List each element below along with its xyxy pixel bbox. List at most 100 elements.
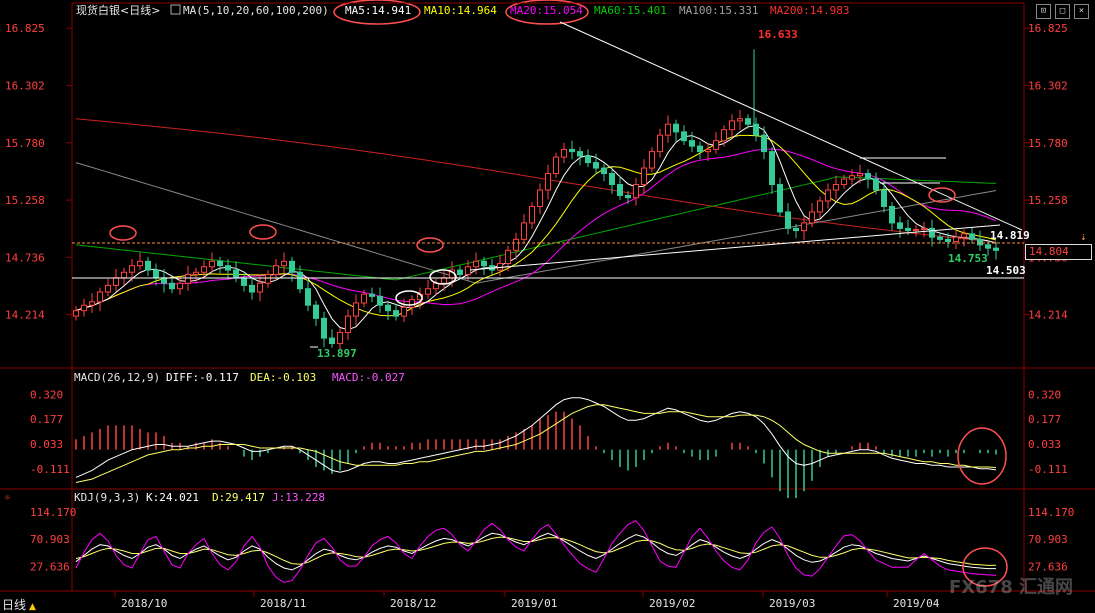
candle-body <box>401 306 407 317</box>
candle-body <box>881 189 887 207</box>
ma-values: MA5:14.941 MA10:14.964 MA20:15.054 MA60:15.… <box>333 0 849 25</box>
ma-value-1: MA10:14.964 <box>424 4 497 17</box>
candle-body <box>313 304 319 319</box>
price-ytick-right: 16.302 <box>1028 80 1068 93</box>
candle-body <box>545 173 551 191</box>
kdj-ytick-right: 114.170 <box>1028 506 1074 519</box>
candle-body <box>161 277 167 284</box>
candle-body <box>329 337 335 345</box>
ma-value-4: MA100:15.331 <box>679 4 758 17</box>
candle-body <box>465 266 471 275</box>
candle-body <box>369 293 375 297</box>
candle-body <box>297 271 303 290</box>
macd-diff: DIFF:-0.117 <box>166 371 239 384</box>
ma200-line <box>75 118 997 243</box>
candle-body <box>641 167 647 186</box>
candle-body <box>953 236 959 243</box>
chart-stage: 现货白银<日线> MA(5,10,20,60,100,200) MA5:14.9… <box>0 0 1095 610</box>
candle-body <box>473 260 479 268</box>
date-tick: 2018/12 <box>390 597 436 610</box>
candle-body <box>841 178 847 186</box>
price-panel: 16.825 16.825 16.302 16.302 15.780 15.780 15.2… <box>5 21 1087 360</box>
candle-body <box>913 228 919 232</box>
candle-body <box>217 260 223 267</box>
restore-icon[interactable]: □ <box>1055 4 1070 19</box>
price-annotation: 13.897 <box>317 347 357 360</box>
candle-body <box>609 173 615 186</box>
candle-body <box>105 284 111 293</box>
candle-body <box>81 304 87 312</box>
candle-body <box>745 118 751 125</box>
candle-body <box>137 260 143 267</box>
window-controls: ⊡ □ × <box>1036 4 1089 19</box>
candle-body <box>929 227 935 238</box>
ma10-line <box>75 134 997 317</box>
candle-body <box>225 265 231 271</box>
candle-body <box>713 140 719 150</box>
date-tick: 2018/11 <box>260 597 306 610</box>
highlight-ellipse <box>109 225 137 241</box>
candle-body <box>569 148 575 153</box>
price-annotation: 14.503 <box>986 264 1026 277</box>
ma-prefix: MA(5,10,20,60,100,200) <box>183 4 329 17</box>
price-ytick-left: 16.825 <box>5 22 45 35</box>
macd-panel: 0.320 0.320 0.177 0.177 0.033 0.033 -0.111 -0.1… <box>30 388 1068 499</box>
pin-icon[interactable]: ⊡ <box>1036 4 1051 19</box>
price-ytick-right: 15.258 <box>1028 194 1068 207</box>
price-annotation: 16.633 <box>758 28 798 41</box>
candle-body <box>273 265 279 275</box>
candle-body <box>233 269 239 279</box>
candle-body <box>905 227 911 232</box>
candle-body <box>681 131 687 142</box>
ma-value-5: MA200:14.983 <box>770 4 849 17</box>
date-axis: 2018/10 2018/11 2018/12 2019/01 2019/02 2019/… <box>114 591 940 610</box>
symbol-label[interactable]: 现货白银<日线> <box>76 3 160 17</box>
candle-body <box>305 288 311 306</box>
candle-body <box>241 277 247 286</box>
period-tab[interactable]: 日线 ▲ <box>2 596 36 613</box>
candle-body <box>825 189 831 202</box>
candle-body <box>497 262 503 271</box>
macd-dea: DEA:-0.103 <box>250 371 316 384</box>
candle-body <box>673 123 679 133</box>
candle-body <box>257 282 263 293</box>
candle-body <box>801 222 807 232</box>
candle-body <box>849 175 855 180</box>
candle-body <box>729 120 735 131</box>
candle-body <box>425 288 431 295</box>
macd-ytick-right: 0.320 <box>1028 388 1061 401</box>
watermark-logo: FX678 汇通网 <box>948 577 1073 598</box>
price-arrow-icon: ⇣ <box>1080 230 1087 243</box>
candle-body <box>793 227 799 232</box>
candle-body <box>649 151 655 169</box>
price-annotation: 14.753 <box>948 252 988 265</box>
candle-body <box>969 233 975 240</box>
price-ytick-left: 16.302 <box>5 80 45 93</box>
date-tick: 2019/04 <box>893 597 940 610</box>
candle-body <box>73 310 79 317</box>
price-ytick-left: 14.736 <box>5 251 45 264</box>
kdj-ytick-left: 70.903 <box>30 533 70 546</box>
candle-body <box>321 317 327 339</box>
candle-body <box>249 284 255 293</box>
caret-up-icon: ▲ <box>29 602 36 612</box>
candle-body <box>89 301 95 306</box>
candle-body <box>601 167 607 175</box>
ma-toggle-icon[interactable] <box>170 4 181 15</box>
macd-value: MACD:-0.027 <box>332 371 405 384</box>
candle-body <box>657 134 663 153</box>
candle-body <box>177 282 183 290</box>
close-icon[interactable]: × <box>1074 4 1089 19</box>
diff-line <box>75 397 997 478</box>
candle-body <box>441 277 447 284</box>
kdj-j: J:13.228 <box>272 491 325 504</box>
candle-body <box>361 293 367 304</box>
kdj-gear-icon[interactable]: ☼ <box>4 493 11 504</box>
candle-body <box>817 200 823 213</box>
candle-body <box>761 134 767 153</box>
candle-body <box>377 295 383 306</box>
price-annotation: 14.819 <box>990 229 1030 242</box>
candle-body <box>833 184 839 191</box>
candle-body <box>865 173 871 180</box>
kdj-ytick-right: 27.636 <box>1028 560 1068 573</box>
